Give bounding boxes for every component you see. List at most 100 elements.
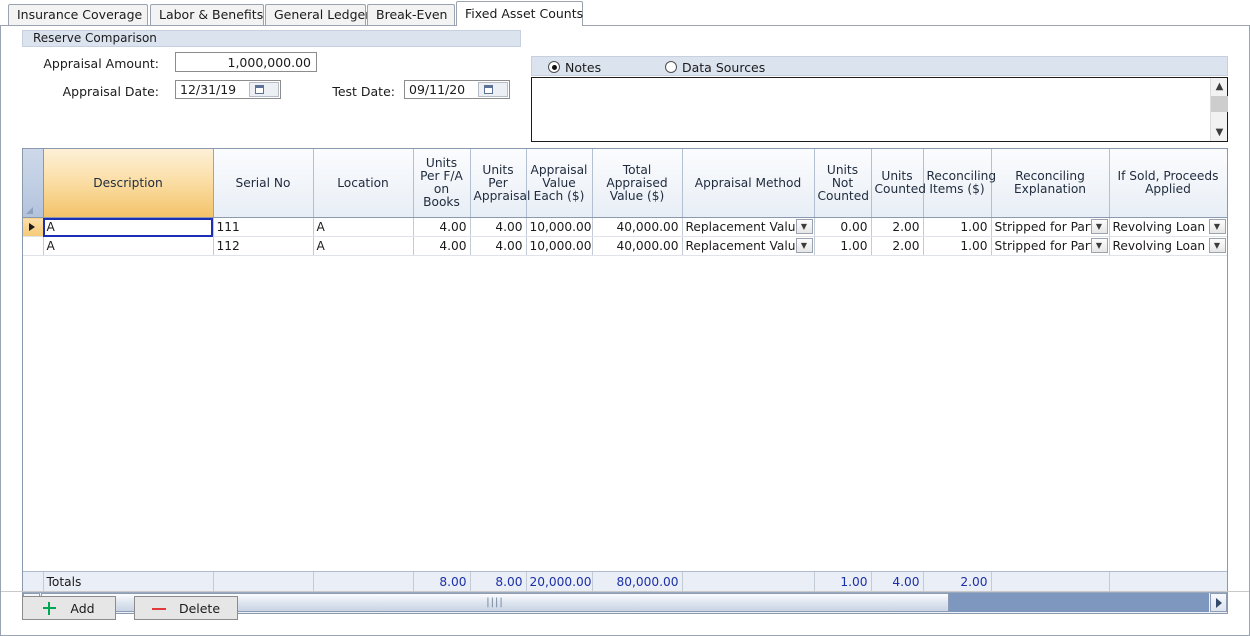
totals-row: Totals 8.00 8.00 20,000.00 80,000.00 1.0… [23,572,1227,591]
notes-vertical-scrollbar[interactable]: ▲ ▼ [1210,78,1227,141]
cell-if-sold-proceeds[interactable]: Revolving Loan ▼ [1109,218,1227,237]
test-date-picker[interactable]: 09/11/20 [404,80,510,99]
cell-reconciling-explanation[interactable]: Stripped for Parts ▼ [991,218,1109,237]
column-header-reconciling-explanation[interactable]: Reconciling Explanation [991,149,1109,218]
totals-location [313,572,413,591]
cell-units-not-counted[interactable]: 1.00 [814,237,871,256]
totals-units-per-appraisal: 8.00 [470,572,526,591]
cell-appraisal-value-each[interactable]: 10,000.00 [526,218,592,237]
cell-serial-no[interactable]: 111 [213,218,313,237]
radio-data-sources-label: Data Sources [682,60,765,75]
appraisal-date-dropdown-button[interactable] [249,82,279,97]
appraisal-amount-input[interactable] [175,52,317,72]
totals-reconciling-items: 2.00 [923,572,991,591]
appraisal-date-value: 12/31/19 [180,81,236,98]
appraisal-amount-label: Appraisal Amount: [41,56,159,71]
add-button[interactable]: Add [22,596,116,620]
chevron-down-icon[interactable]: ▼ [1091,238,1108,253]
cell-appraisal-value-each[interactable]: 10,000.00 [526,237,592,256]
cell-reconciling-explanation-text: Stripped for Parts [995,220,1102,234]
cell-total-appraised-value: 40,000.00 [592,237,682,256]
column-header-rowmark[interactable] [23,149,43,218]
notes-source-radio-bar: Notes Data Sources [531,56,1228,76]
chevron-down-icon[interactable]: ▼ [1209,238,1226,253]
cell-appraisal-method-text: Replacement Value [686,239,803,253]
totals-appraisal-method [682,572,814,591]
cell-location[interactable]: A [313,218,413,237]
cell-description[interactable]: A [43,218,213,237]
cell-units-per-fa-books[interactable]: 4.00 [413,218,470,237]
totals-label: Totals [43,572,213,591]
cell-units-per-fa-books[interactable]: 4.00 [413,237,470,256]
plus-icon [43,602,56,615]
totals-if-sold-proceeds [1109,572,1227,591]
column-header-units-not-counted[interactable]: Units Not Counted [814,149,871,218]
cell-serial-no[interactable]: 112 [213,237,313,256]
cell-if-sold-proceeds-text: Revolving Loan [1113,239,1206,253]
tab-labor-benefits[interactable]: Labor & Benefits [150,4,264,25]
table-row[interactable]: A 111 A 4.00 4.00 10,000.00 40,000.00 Re… [23,218,1227,237]
notes-textarea-wrapper: ▲ ▼ [531,77,1228,142]
radio-unselected-icon [665,61,677,73]
totals-serial-no [213,572,313,591]
radio-data-sources[interactable]: Data Sources [665,59,765,75]
notes-textarea[interactable] [532,78,1210,141]
cell-units-counted[interactable]: 2.00 [871,237,923,256]
scroll-up-icon[interactable]: ▲ [1211,78,1228,95]
column-header-total-appraised-value[interactable]: Total Appraised Value ($) [592,149,682,218]
table-header-row: Description Serial No Location Units Per… [23,149,1227,218]
table-row[interactable]: A 112 A 4.00 4.00 10,000.00 40,000.00 Re… [23,237,1227,256]
radio-notes[interactable]: Notes [548,59,601,75]
totals-total-appraised-value: 80,000.00 [592,572,682,591]
cell-if-sold-proceeds[interactable]: Revolving Loan ▼ [1109,237,1227,256]
column-header-description[interactable]: Description [43,149,213,218]
chevron-down-icon[interactable]: ▼ [796,219,813,234]
column-header-location[interactable]: Location [313,149,413,218]
cell-units-counted[interactable]: 2.00 [871,218,923,237]
cell-appraisal-method[interactable]: Replacement Value ▼ [682,218,814,237]
tab-break-even[interactable]: Break-Even [367,4,455,25]
column-header-units-counted[interactable]: Units Counted [871,149,923,218]
scroll-right-button[interactable] [1210,593,1227,612]
column-header-units-per-fa-books[interactable]: Units Per F/A on Books [413,149,470,218]
chevron-down-icon[interactable]: ▼ [796,238,813,253]
test-date-dropdown-button[interactable] [478,82,508,97]
cell-units-per-appraisal[interactable]: 4.00 [470,218,526,237]
column-header-appraisal-value-each[interactable]: Appraisal Value Each ($) [526,149,592,218]
chevron-down-icon[interactable]: ▼ [1209,219,1226,234]
delete-button-label: Delete [179,601,220,616]
cell-reconciling-explanation[interactable]: Stripped for Parts ▼ [991,237,1109,256]
tab-insurance-coverage[interactable]: Insurance Coverage [8,4,148,25]
scroll-down-icon[interactable]: ▼ [1211,124,1228,141]
tab-bar: Insurance Coverage Labor & Benefits Gene… [0,0,1250,26]
cell-location[interactable]: A [313,237,413,256]
reserve-comparison-caption: Reserve Comparison [22,30,521,47]
delete-button[interactable]: Delete [134,596,238,620]
column-header-reconciling-items[interactable]: Reconciling Items ($) [923,149,991,218]
totals-row-wrapper: Totals 8.00 8.00 20,000.00 80,000.00 1.0… [23,571,1227,591]
minus-icon [152,602,165,615]
cell-reconciling-items[interactable]: 1.00 [923,218,991,237]
cell-description[interactable]: A [43,237,213,256]
column-header-serial-no[interactable]: Serial No [213,149,313,218]
tab-general-ledger[interactable]: General Ledger [265,4,366,25]
column-header-if-sold-proceeds[interactable]: If Sold, Proceeds Applied [1109,149,1227,218]
asset-table: Description Serial No Location Units Per… [23,149,1228,256]
arrow-right-icon [1216,598,1222,608]
tab-fixed-asset-counts[interactable]: Fixed Asset Counts [456,1,583,26]
totals-rowmark [23,572,43,591]
totals-units-not-counted: 1.00 [814,572,871,591]
appraisal-date-picker[interactable]: 12/31/19 [175,80,281,99]
cell-appraisal-method[interactable]: Replacement Value ▼ [682,237,814,256]
chevron-down-icon[interactable]: ▼ [1091,219,1108,234]
row-selector[interactable] [23,237,43,256]
cell-units-per-appraisal[interactable]: 4.00 [470,237,526,256]
cell-reconciling-items[interactable]: 1.00 [923,237,991,256]
column-header-appraisal-method[interactable]: Appraisal Method [682,149,814,218]
row-selector[interactable] [23,218,43,237]
column-header-units-per-appraisal[interactable]: Units Per Appraisal [470,149,526,218]
cell-if-sold-proceeds-text: Revolving Loan [1113,220,1206,234]
cell-units-not-counted[interactable]: 0.00 [814,218,871,237]
radio-notes-label: Notes [565,60,601,75]
notes-scroll-thumb[interactable] [1211,96,1228,112]
